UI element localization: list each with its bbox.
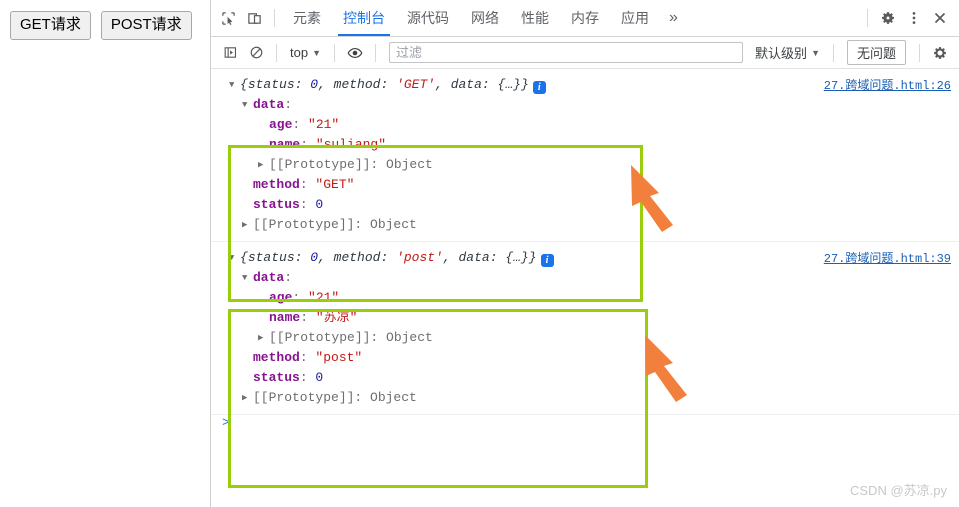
tab-console[interactable]: 控制台 [332,0,396,36]
console-source-link[interactable]: 27.跨域问题.html:39 [824,249,951,266]
filterbar-divider-3 [375,43,376,62]
toolbar-divider-right [867,9,868,27]
more-tabs-icon[interactable]: » [660,9,687,27]
console-prompt-caret: > [222,415,230,430]
disclosure-triangle-icon[interactable] [242,348,253,368]
disclosure-triangle-icon[interactable]: ▶ [242,215,253,235]
close-icon[interactable] [927,5,953,31]
console-level-selector[interactable]: 默认级别 ▼ [749,41,826,64]
post-request-button[interactable]: POST请求 [100,11,192,40]
tab-sources[interactable]: 源代码 [396,0,460,36]
clear-console-icon[interactable] [243,40,269,66]
console-property-line[interactable]: ▶ [[Prototype]]: Object [229,328,959,348]
info-icon[interactable]: i [540,254,554,267]
disclosure-triangle-icon[interactable]: ▼ [229,248,240,268]
issues-button[interactable]: 无问题 [846,40,906,65]
inspect-element-icon[interactable] [215,5,241,31]
info-icon[interactable]: i [532,81,546,94]
disclosure-triangle-icon[interactable] [242,175,253,195]
console-message-list[interactable]: ▼ {status: 0, method: 'GET', data: {…}} i ▼… [211,69,959,507]
tab-performance[interactable]: 性能 [510,0,560,36]
chevron-down-icon: ▼ [811,47,820,58]
console-level-label: 默认级别 [755,46,808,61]
console-property-line[interactable]: name: "苏凉" [229,308,959,328]
chevron-down-icon: ▼ [312,47,321,58]
disclosure-triangle-icon[interactable]: ▶ [258,328,269,348]
devtools-panel: 元素 控制台 源代码 网络 性能 内存 应用 » top ▼ 过滤 默认级别 ▼… [211,0,959,507]
console-property-line[interactable]: ▼ data: [229,95,959,115]
console-property-line[interactable]: ▶ [[Prototype]]: Object [229,215,959,235]
disclosure-triangle-icon[interactable]: ▼ [242,268,253,288]
console-property-line[interactable]: age: "21" [229,288,959,308]
kebab-menu-icon[interactable] [901,5,927,31]
filterbar-divider-4 [832,43,834,62]
console-filter-input[interactable] [389,42,744,63]
disclosure-triangle-icon[interactable]: ▼ [229,75,240,95]
disclosure-triangle-icon[interactable]: ▶ [258,155,269,175]
devtools-tabbar-actions [860,5,959,31]
devtools-tab-list: 元素 控制台 源代码 网络 性能 内存 应用 » [282,0,687,36]
filterbar-divider-1 [276,43,277,62]
web-page-viewport: GET请求 POST请求 [0,0,211,507]
filterbar-divider-2 [334,43,335,62]
execution-context-label: top [290,45,309,60]
devtools-tabbar: 元素 控制台 源代码 网络 性能 内存 应用 » [211,0,959,37]
disclosure-triangle-icon[interactable] [258,115,269,135]
console-property-line[interactable]: method: "GET" [229,175,959,195]
live-expression-icon[interactable] [342,40,368,66]
tab-memory[interactable]: 内存 [560,0,610,36]
tab-application[interactable]: 应用 [610,0,660,36]
disclosure-triangle-icon[interactable]: ▶ [242,388,253,408]
gear-icon[interactable] [875,5,901,31]
disclosure-triangle-icon[interactable]: ▼ [242,95,253,115]
console-property-line[interactable]: method: "post" [229,348,959,368]
toolbar-divider [274,9,275,27]
gear-icon[interactable] [927,40,953,66]
get-request-button[interactable]: GET请求 [10,11,91,40]
execution-context-selector[interactable]: top ▼ [284,43,327,62]
console-property-line[interactable]: name: "suliang" [229,135,959,155]
disclosure-triangle-icon[interactable] [258,308,269,328]
disclosure-triangle-icon[interactable] [258,135,269,155]
tab-elements[interactable]: 元素 [282,0,332,36]
console-property-line[interactable]: ▶ [[Prototype]]: Object [229,388,959,408]
disclosure-triangle-icon[interactable] [242,195,253,215]
filterbar-divider-5 [919,43,920,62]
device-toolbar-icon[interactable] [241,5,267,31]
console-message-row[interactable]: ▼ {status: 0, method: 'GET', data: {…}} i ▼… [211,69,959,242]
console-property-line[interactable]: age: "21" [229,115,959,135]
disclosure-triangle-icon[interactable] [258,288,269,308]
step-into-icon[interactable] [217,40,243,66]
tab-network[interactable]: 网络 [460,0,510,36]
csdn-watermark: CSDN @苏凉.py [850,483,947,498]
console-property-line[interactable]: status: 0 [229,368,959,388]
page-button-group: GET请求 POST请求 [0,0,210,40]
console-source-link[interactable]: 27.跨域问题.html:26 [824,76,951,93]
disclosure-triangle-icon[interactable] [242,368,253,388]
console-property-line[interactable]: status: 0 [229,195,959,215]
console-message-row[interactable]: ▼ {status: 0, method: 'post', data: {…}} i… [211,242,959,415]
console-filter-toolbar: top ▼ 默认级别 ▼ 无问题 [211,37,959,69]
console-property-line[interactable]: ▼ data: [229,268,959,288]
console-prompt-row[interactable]: > [211,415,959,435]
console-property-line[interactable]: ▶ [[Prototype]]: Object [229,155,959,175]
